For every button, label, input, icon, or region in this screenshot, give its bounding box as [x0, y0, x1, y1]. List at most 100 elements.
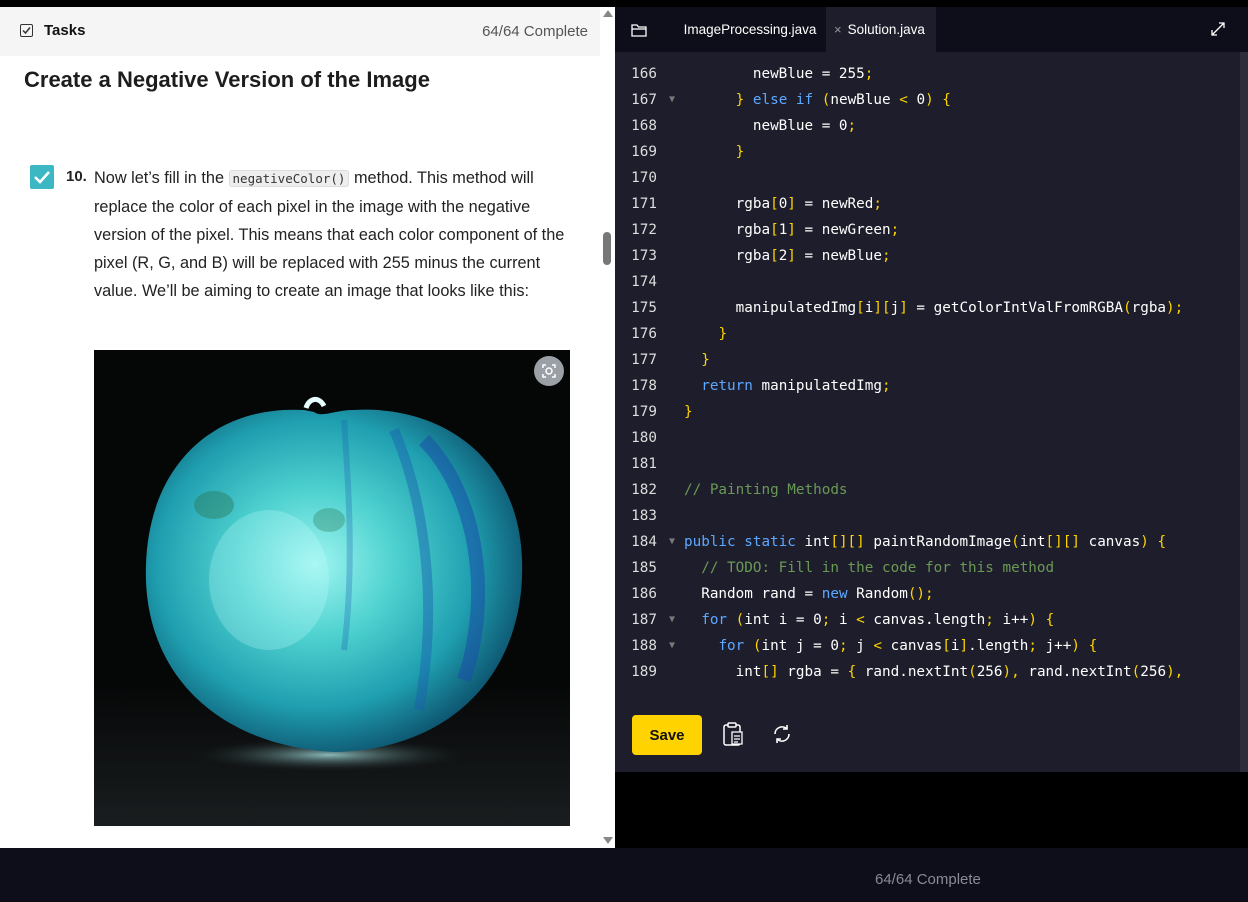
code-editor[interactable]: 166 newBlue = 255; 167 ▼ } else if (newBlu…: [615, 52, 1240, 697]
code-line[interactable]: 174: [615, 274, 1240, 300]
line-number: 184: [631, 534, 657, 550]
lesson-scrollbar[interactable]: [600, 7, 615, 848]
code-line[interactable]: 167 ▼ } else if (newBlue < 0) {: [615, 92, 1240, 118]
code-line[interactable]: 176 }: [615, 326, 1240, 352]
code-line[interactable]: 188 ▼ for (int j = 0; j < canvas[i].lengt…: [615, 638, 1240, 664]
code-token: }: [735, 92, 745, 108]
code-token: 2: [778, 248, 788, 264]
code-line[interactable]: 175 manipulatedImg[i][j] = getColorIntVa…: [615, 300, 1240, 326]
code-line[interactable]: 181: [615, 456, 1240, 482]
scroll-down-icon[interactable]: [603, 837, 613, 844]
tab-solution[interactable]: × Solution.java: [826, 7, 936, 52]
reset-icon[interactable]: [771, 723, 793, 750]
code-line[interactable]: 186 Random rand = new Random();: [615, 586, 1240, 612]
editor-toolbar: Save: [615, 697, 1240, 772]
code-text: for (int i = 0; i < canvas.length; i++) …: [684, 612, 1054, 628]
line-number: 180: [631, 430, 657, 446]
code-line[interactable]: 187 ▼ for (int i = 0; i < canvas.length; …: [615, 612, 1240, 638]
code-text: } else if (newBlue < 0) {: [684, 92, 951, 108]
code-token: <: [873, 638, 882, 654]
code-token: = getColorIntValFromRGBA: [907, 300, 1123, 316]
editor-scrollbar[interactable]: [1240, 52, 1248, 772]
code-line[interactable]: 178 return manipulatedImg;: [615, 378, 1240, 404]
code-token: ;: [881, 248, 891, 264]
code-token: );: [1166, 300, 1184, 316]
code-token: {: [1157, 534, 1167, 550]
code-token: }: [684, 404, 693, 420]
code-text: // Painting Methods: [684, 482, 848, 498]
fold-arrow-icon[interactable]: ▼: [669, 94, 675, 105]
line-number: 171: [631, 196, 657, 212]
code-text: newBlue = 0;: [684, 118, 856, 134]
code-line[interactable]: 172 rgba[1] = newGreen;: [615, 222, 1240, 248]
line-number: 173: [631, 248, 657, 264]
code-line[interactable]: 173 rgba[2] = newBlue;: [615, 248, 1240, 274]
code-token: int: [795, 534, 831, 550]
code-token: int i = 0: [744, 612, 822, 628]
code-token: 0: [907, 92, 926, 108]
code-token: {: [847, 664, 857, 680]
code-token: int: [1019, 534, 1046, 550]
expand-icon[interactable]: [1210, 21, 1226, 42]
line-number: 167: [631, 92, 657, 108]
code-token: ;: [873, 196, 882, 212]
code-line[interactable]: 183: [615, 508, 1240, 534]
code-text: }: [684, 144, 745, 160]
line-number: 188: [631, 638, 657, 654]
code-token: ]: [959, 638, 969, 654]
code-line[interactable]: 168 newBlue = 0;: [615, 118, 1240, 144]
fold-arrow-icon[interactable]: ▼: [669, 614, 675, 625]
fold-arrow-icon[interactable]: ▼: [669, 640, 675, 651]
code-token: (: [735, 612, 745, 628]
code-token: [: [856, 300, 865, 316]
code-line[interactable]: 180: [615, 430, 1240, 456]
code-text: Random rand = new Random();: [684, 586, 933, 602]
code-text: newBlue = 255;: [684, 66, 874, 82]
code-token: return: [701, 378, 753, 394]
tab-imageprocessing[interactable]: ImageProcessing.java: [675, 7, 825, 52]
scroll-up-icon[interactable]: [603, 10, 613, 17]
code-token: else if: [752, 92, 814, 108]
code-line[interactable]: 185 // TODO: Fill in the code for this m…: [615, 560, 1240, 586]
line-number: 168: [631, 118, 657, 134]
tab-label: ImageProcessing.java: [683, 22, 817, 37]
tasks-progress: 64/64 Complete: [482, 23, 588, 40]
line-number: 176: [631, 326, 657, 342]
save-button[interactable]: Save: [632, 715, 702, 755]
code-line[interactable]: 170: [615, 170, 1240, 196]
page-title: Create a Negative Version of the Image: [24, 67, 430, 92]
code-token: i: [830, 612, 857, 628]
code-line[interactable]: 179}: [615, 404, 1240, 430]
folder-icon[interactable]: [631, 23, 647, 42]
code-token: j: [847, 638, 874, 654]
code-line[interactable]: 171 rgba[0] = newRed;: [615, 196, 1240, 222]
code-token: (: [1131, 664, 1141, 680]
code-line[interactable]: 184 ▼ public static int[][] paintRandomIma…: [615, 534, 1240, 560]
code-token: rgba: [684, 222, 771, 238]
line-number: 169: [631, 144, 657, 160]
code-line[interactable]: 177 }: [615, 352, 1240, 378]
step-checkbox[interactable]: [30, 165, 54, 189]
window-top-strip: [0, 0, 1248, 7]
code-token: canvas.length: [864, 612, 986, 628]
code-line[interactable]: 166 newBlue = 255;: [615, 66, 1240, 92]
code-token: int j = 0: [761, 638, 839, 654]
code-token: }: [735, 144, 745, 160]
fold-arrow-icon[interactable]: ▼: [669, 536, 675, 547]
code-line[interactable]: 182 // Painting Methods: [615, 482, 1240, 508]
code-line[interactable]: 169 }: [615, 144, 1240, 170]
code-text: rgba[2] = newBlue;: [684, 248, 891, 264]
clipboard-icon[interactable]: [722, 722, 744, 751]
tasks-header[interactable]: Tasks 64/64 Complete: [0, 7, 600, 56]
tab-label: Solution.java: [847, 22, 925, 37]
code-token: 0: [778, 196, 788, 212]
code-line[interactable]: 189 int[] rgba = { rand.nextInt(256), ra…: [615, 664, 1240, 690]
close-tab-icon[interactable]: ×: [834, 22, 842, 37]
inline-code: negativeColor(): [228, 170, 350, 187]
scroll-thumb[interactable]: [603, 232, 611, 265]
step-text-before: Now let’s fill in the: [94, 169, 229, 187]
code-token: [: [770, 222, 779, 238]
zoom-image-button[interactable]: [534, 356, 564, 386]
footer-progress: 64/64 Complete: [875, 871, 981, 888]
